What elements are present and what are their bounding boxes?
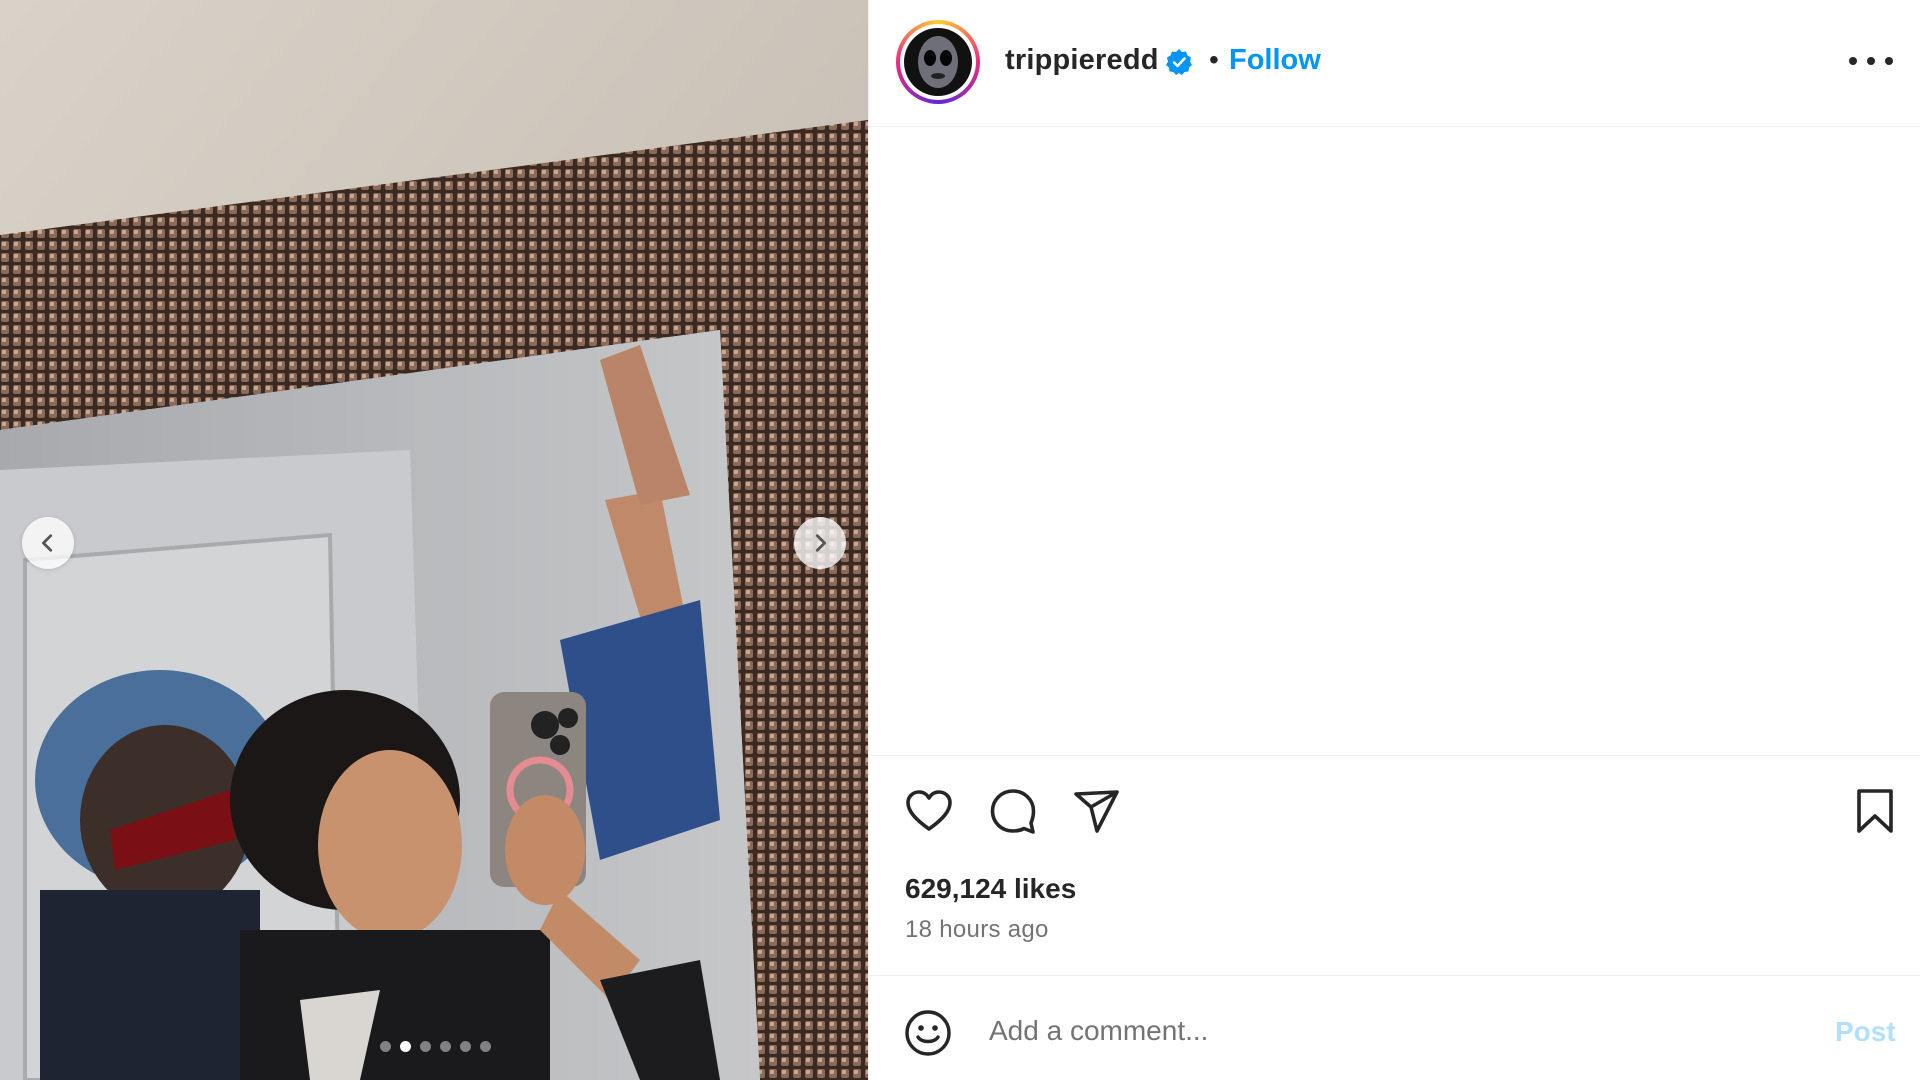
avatar [904, 28, 972, 96]
follow-button[interactable]: Follow [1229, 44, 1321, 77]
post-side-panel: trippieredd • Follow 629,124 likes 18 ho… [868, 0, 1920, 1080]
post-actions [869, 785, 1920, 841]
smiley-icon[interactable] [903, 1008, 953, 1058]
username-link[interactable]: trippieredd [1005, 44, 1159, 77]
instagram-post-view: trippieredd • Follow 629,124 likes 18 ho… [0, 0, 1920, 1080]
comment-bubble-icon [990, 789, 1036, 834]
comment-input[interactable] [989, 1006, 1769, 1056]
carousel-dot [400, 1041, 411, 1052]
like-button[interactable] [903, 785, 955, 837]
comment-button[interactable] [987, 785, 1039, 837]
post-photo [0, 0, 868, 1080]
paper-plane-icon [1074, 790, 1119, 833]
more-dot [1849, 57, 1857, 65]
more-dot [1867, 57, 1875, 65]
post-media[interactable] [0, 0, 868, 1080]
carousel-next-button[interactable] [794, 517, 846, 569]
story-ring[interactable] [896, 20, 980, 104]
share-button[interactable] [1071, 785, 1123, 837]
carousel-prev-button[interactable] [22, 517, 74, 569]
carousel-dot [460, 1041, 471, 1052]
heart-icon [906, 790, 952, 831]
save-button[interactable] [1849, 785, 1901, 837]
more-dot [1885, 57, 1893, 65]
verified-badge-icon [1166, 49, 1192, 75]
comments-area[interactable] [869, 128, 1920, 756]
carousel-indicator [380, 1041, 491, 1052]
add-comment-bar: Post [869, 975, 1920, 1080]
avatar-frame [900, 24, 976, 100]
likes-count[interactable]: 629,124 likes [905, 873, 1076, 905]
chevron-right-icon [815, 534, 826, 552]
header-separator: • [1209, 44, 1219, 75]
more-options-icon[interactable] [1849, 46, 1893, 76]
carousel-dot [420, 1041, 431, 1052]
post-timestamp[interactable]: 18 hours ago [905, 916, 1049, 944]
post-comment-button[interactable]: Post [1835, 1016, 1896, 1048]
carousel-dot [440, 1041, 451, 1052]
post-header: trippieredd • Follow [869, 0, 1920, 127]
bookmark-icon [1857, 789, 1893, 833]
chevron-left-icon [42, 534, 53, 552]
carousel-dot [380, 1041, 391, 1052]
carousel-dot [480, 1041, 491, 1052]
